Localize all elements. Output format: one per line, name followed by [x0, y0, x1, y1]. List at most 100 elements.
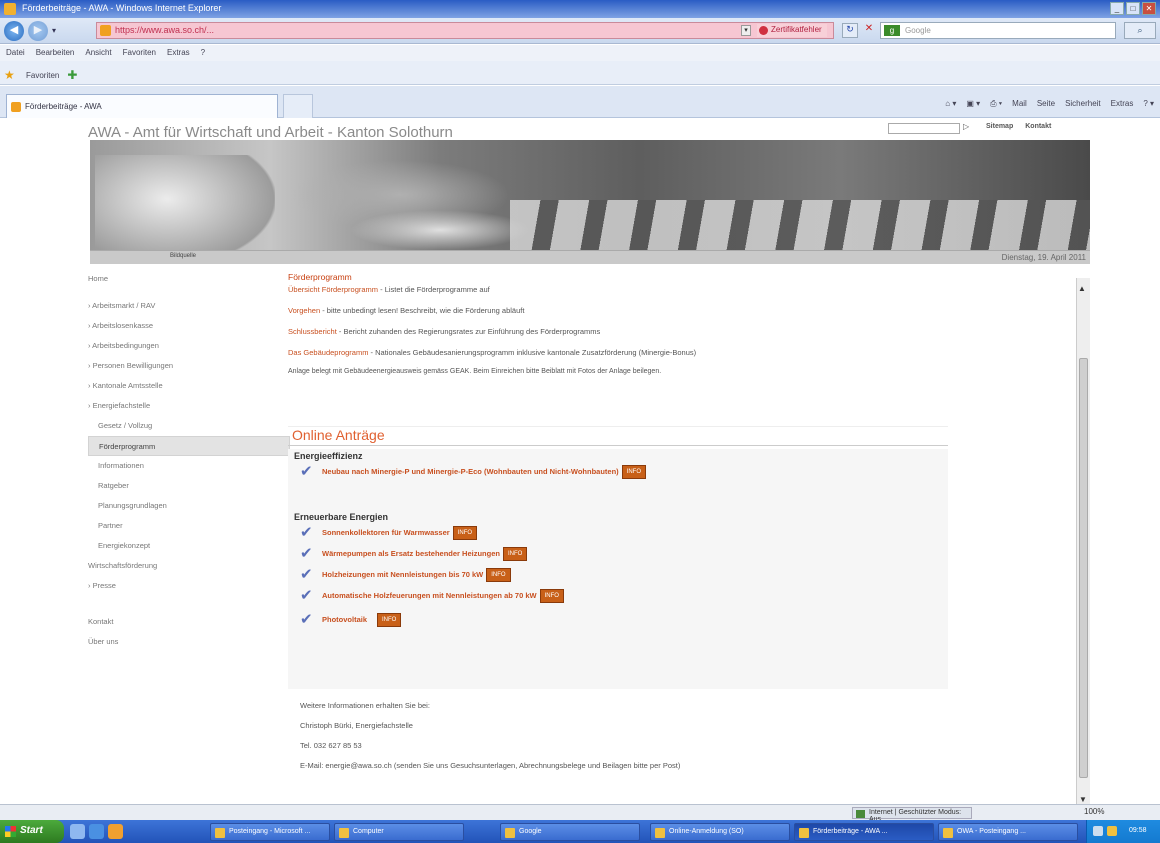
google-icon: g — [884, 25, 900, 36]
tab-foerderbeitraege[interactable]: Förderbeiträge - AWA — [6, 94, 278, 118]
forward-button[interactable]: ▶ — [28, 21, 48, 41]
application-link[interactable]: Wärmepumpen als Ersatz bestehender Heizu… — [322, 549, 500, 558]
taskbar-button[interactable]: OWA - Posteingang ... — [938, 823, 1078, 841]
search-button[interactable]: ⌕ — [1124, 22, 1156, 39]
info-row: Das Gebäudeprogramm - Nationales Gebäude… — [288, 348, 697, 357]
favorites-star-icon[interactable]: ★ — [4, 69, 18, 81]
nav-home[interactable]: Home — [80, 272, 290, 296]
menu-item-edit[interactable]: Bearbeiten — [36, 48, 75, 61]
application-link[interactable]: Automatische Holzfeuerungen mit Nennleis… — [322, 591, 537, 600]
print-icon[interactable]: ⎙ ▾ — [990, 99, 1002, 109]
add-favorite-icon[interactable]: ✚ — [67, 69, 81, 81]
url-dropdown-icon[interactable]: ▾ — [741, 25, 751, 36]
start-button[interactable]: Start — [0, 820, 64, 843]
address-toolbar: ◀ ▶ ▾ https://www.awa.so.ch/... ▾ Zertif… — [0, 18, 1160, 44]
taskbar-button[interactable]: Posteingang - Microsoft ... — [210, 823, 330, 841]
volume-icon[interactable] — [1107, 826, 1117, 836]
home-icon[interactable]: ⌂ ▾ — [945, 99, 956, 109]
nav-informationen[interactable]: Informationen — [80, 456, 290, 476]
feeds-icon[interactable]: ▣ ▾ — [966, 99, 980, 109]
nav-presse[interactable]: › Presse — [80, 576, 290, 596]
ie-quicklaunch-icon[interactable] — [89, 824, 104, 839]
command-mail[interactable]: Mail — [1012, 99, 1027, 109]
menu-item-file[interactable]: Datei — [6, 48, 25, 61]
scroll-down-icon[interactable]: ▼ — [1079, 795, 1087, 804]
command-page[interactable]: Seite — [1037, 99, 1055, 109]
form-checkmark-icon: ✔ — [300, 523, 313, 541]
command-tools[interactable]: Extras — [1111, 99, 1134, 109]
taskbar-button-active[interactable]: Förderbeiträge - AWA ... — [794, 823, 934, 841]
certificate-error-badge[interactable]: Zertifikatfehler — [757, 24, 827, 37]
outlook-quicklaunch-icon[interactable] — [108, 824, 123, 839]
windows-taskbar: Start Posteingang - Microsoft ... Comput… — [0, 820, 1160, 843]
application-link[interactable]: Holzheizungen mit Nennleistungen bis 70 … — [322, 570, 483, 579]
footer-email-line[interactable]: E-Mail: energie@awa.so.ch (senden Sie un… — [300, 761, 948, 781]
nav-ratgeber[interactable]: Ratgeber — [80, 476, 290, 496]
stop-button[interactable]: ✕ — [862, 23, 876, 38]
favorites-label[interactable]: Favoriten — [26, 71, 59, 80]
new-tab-button[interactable] — [283, 94, 313, 118]
info-badge[interactable]: INFO — [377, 612, 402, 627]
help-icon[interactable]: ? ▾ — [1143, 99, 1154, 109]
sitemap-link[interactable]: Sitemap — [986, 123, 1013, 130]
refresh-button[interactable]: ↻ — [842, 23, 858, 38]
nav-energiekonzept[interactable]: Energiekonzept — [80, 536, 290, 556]
nav-arbeitsmarkt[interactable]: › Arbeitsmarkt / RAV — [80, 296, 290, 316]
online-antraege-title: Online Anträge — [288, 427, 948, 446]
info-badge[interactable]: INFO — [452, 525, 478, 540]
scroll-thumb[interactable] — [1079, 358, 1088, 778]
nav-amtsstelle[interactable]: › Kantonale Amtsstelle — [80, 376, 290, 396]
nav-kontakt[interactable]: Kontakt — [80, 612, 290, 632]
current-date: Dienstag, 19. April 2011 — [1001, 253, 1086, 262]
nav-ueber-uns[interactable]: Über uns — [80, 632, 290, 652]
nav-wirtschaftsfoerderung[interactable]: Wirtschaftsförderung — [80, 556, 290, 576]
command-safety[interactable]: Sicherheit — [1065, 99, 1101, 109]
applications-box: Energieeffizienz ✔ Neubau nach Minergie-… — [288, 449, 948, 689]
link-schlussbericht[interactable]: Schlussbericht — [288, 327, 337, 336]
window-title: Förderbeiträge - AWA - Windows Internet … — [22, 3, 222, 13]
contact-link[interactable]: Kontakt — [1025, 123, 1051, 130]
nav-foerderprogramm[interactable]: Förderprogramm — [88, 436, 290, 456]
back-button[interactable]: ◀ — [4, 21, 24, 41]
application-link[interactable]: Neubau nach Minergie-P und Minergie-P-Ec… — [322, 467, 619, 476]
zoom-level[interactable]: 100% — [1084, 807, 1104, 816]
nav-planungsgrundlagen[interactable]: Planungsgrundlagen — [80, 496, 290, 516]
site-search-button[interactable]: ▷ — [963, 122, 969, 131]
close-button[interactable]: ✕ — [1142, 2, 1156, 15]
taskbar-button[interactable]: Online-Anmeldung (SO) — [650, 823, 790, 841]
history-dropdown-icon[interactable]: ▾ — [52, 26, 56, 35]
nav-arbeitslosenkasse[interactable]: › Arbeitslosenkasse — [80, 316, 290, 336]
info-badge[interactable]: INFO — [621, 464, 647, 479]
link-uebersicht[interactable]: Übersicht Förderprogramm — [288, 285, 378, 294]
url-input[interactable]: https://www.awa.so.ch/... ▾ Zertifikatfe… — [96, 22, 834, 39]
search-input[interactable]: g Google — [880, 22, 1116, 39]
nav-bewilligungen[interactable]: › Personen Bewilligungen — [80, 356, 290, 376]
info-badge[interactable]: INFO — [539, 588, 564, 603]
menu-item-favorites[interactable]: Favoriten — [123, 48, 156, 61]
info-badge[interactable]: INFO — [502, 546, 528, 561]
footer-line: Tel. 032 627 85 53 — [300, 741, 362, 750]
application-link[interactable]: Sonnenkollektoren für Warmwasser — [322, 528, 450, 537]
menu-item-tools[interactable]: Extras — [167, 48, 190, 61]
vertical-scrollbar[interactable]: ▲ ▼ — [1076, 278, 1090, 804]
tab-bar: Förderbeiträge - AWA ⌂ ▾ ▣ ▾ ⎙ ▾ Mail Se… — [0, 86, 1160, 118]
link-vorgehen[interactable]: Vorgehen — [288, 306, 320, 315]
nav-arbeitsbedingungen[interactable]: › Arbeitsbedingungen — [80, 336, 290, 356]
info-badge[interactable]: INFO — [486, 567, 511, 582]
security-zone[interactable]: Internet | Geschützter Modus: Aus — [852, 807, 972, 823]
nav-partner[interactable]: Partner — [80, 516, 290, 536]
menu-item-help[interactable]: ? — [201, 48, 205, 61]
nav-energiefachstelle[interactable]: › Energiefachstelle — [80, 396, 290, 416]
taskbar-button[interactable]: Computer — [334, 823, 464, 841]
scroll-up-icon[interactable]: ▲ — [1078, 284, 1086, 293]
taskbar-button[interactable]: Google — [500, 823, 640, 841]
nav-gesetz[interactable]: Gesetz / Vollzug — [80, 416, 290, 436]
link-gebaeudeprogramm[interactable]: Das Gebäudeprogramm — [288, 348, 368, 357]
site-search-input[interactable] — [888, 123, 960, 134]
minimize-button[interactable]: _ — [1110, 2, 1124, 15]
show-desktop-icon[interactable] — [70, 824, 85, 839]
application-link[interactable]: Photovoltaik — [322, 615, 367, 624]
network-icon[interactable] — [1093, 826, 1103, 836]
maximize-button[interactable]: □ — [1126, 2, 1140, 15]
menu-item-view[interactable]: Ansicht — [85, 48, 111, 61]
